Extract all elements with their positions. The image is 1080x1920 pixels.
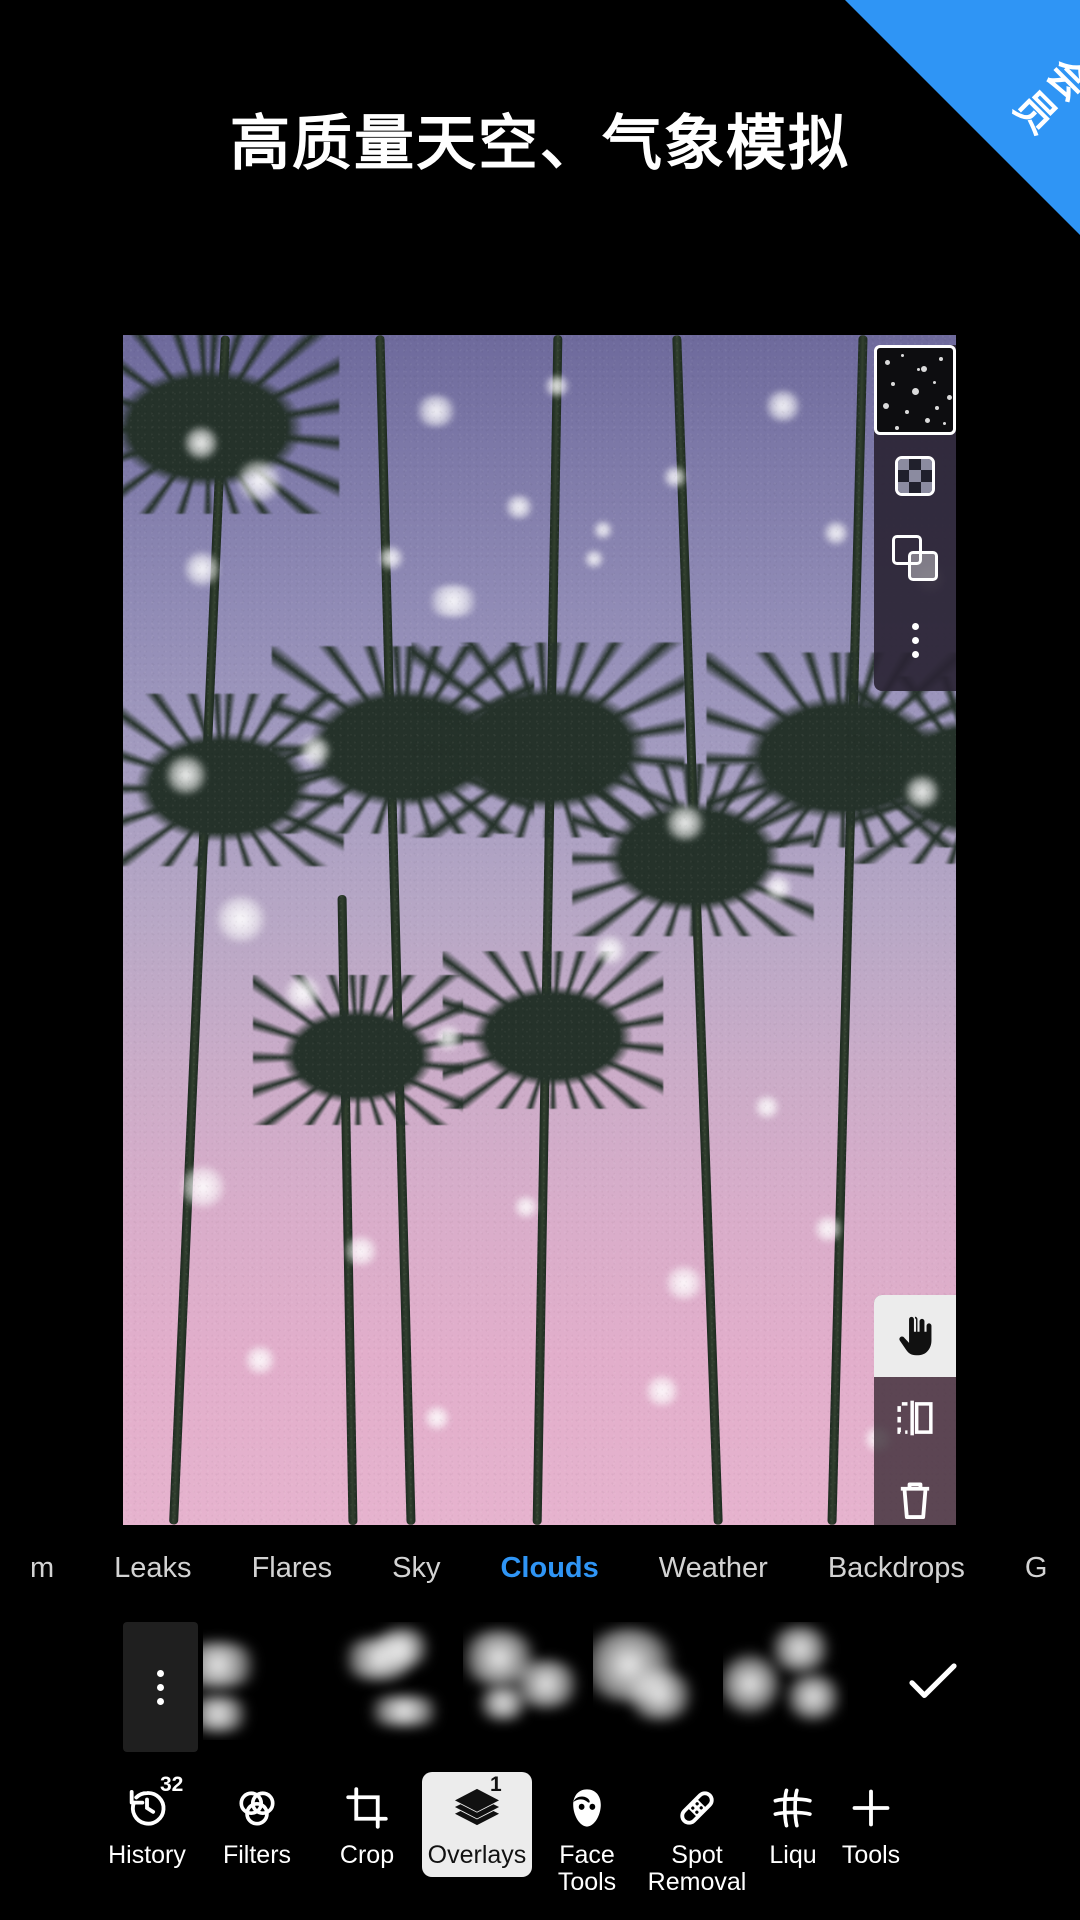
nav-history[interactable]: 32 History bbox=[92, 1772, 202, 1877]
flip-tool[interactable] bbox=[874, 1377, 956, 1459]
bandage-icon bbox=[671, 1782, 723, 1834]
history-badge: 32 bbox=[160, 1773, 184, 1796]
tab-leaks[interactable]: Leaks bbox=[84, 1552, 221, 1585]
hand-tool[interactable] bbox=[874, 1295, 956, 1377]
crop-icon bbox=[341, 1782, 393, 1834]
filters-circles-icon bbox=[231, 1782, 283, 1834]
opacity-checkerboard-button[interactable] bbox=[874, 435, 956, 517]
photo-canvas[interactable] bbox=[123, 335, 956, 1525]
confirm-button[interactable] bbox=[888, 1622, 978, 1740]
nav-history-label: History bbox=[108, 1841, 186, 1869]
plus-icon bbox=[845, 1782, 897, 1834]
tab-backdrops[interactable]: Backdrops bbox=[798, 1552, 995, 1585]
overlays-badge: 1 bbox=[490, 1773, 502, 1796]
checkmark-icon bbox=[909, 1663, 957, 1698]
tab-clouds[interactable]: Clouds bbox=[470, 1552, 628, 1585]
checkerboard-icon bbox=[895, 456, 935, 496]
nav-crop[interactable]: Crop bbox=[312, 1772, 422, 1877]
hand-icon bbox=[899, 1316, 932, 1356]
cloud-overlay-thumbnail-4[interactable] bbox=[593, 1622, 718, 1740]
transform-tool-panel bbox=[874, 1295, 956, 1525]
face-icon bbox=[561, 1782, 613, 1834]
cloud-overlay-thumbnail-3[interactable] bbox=[463, 1622, 588, 1740]
three-dots-vertical-icon bbox=[911, 622, 919, 658]
app-root: 会员 高质量天空、气象模拟 m Leaks Flares Sky Clouds … bbox=[0, 0, 1080, 1920]
nav-liquify-label: Liqu bbox=[769, 1842, 817, 1869]
nav-face-tools[interactable]: Face Tools bbox=[532, 1772, 642, 1904]
trash-icon bbox=[900, 1482, 930, 1520]
layer-panel bbox=[874, 345, 956, 691]
tab-weather[interactable]: Weather bbox=[629, 1552, 798, 1585]
film-grain bbox=[123, 335, 956, 1525]
strip-more-button[interactable] bbox=[123, 1622, 198, 1752]
nav-overlays-label: Overlays bbox=[427, 1841, 527, 1869]
cloud-overlay-thumbnail-5[interactable] bbox=[723, 1622, 848, 1740]
overlapping-squares-icon bbox=[892, 535, 938, 581]
overlay-thumbnail-strip[interactable] bbox=[0, 1622, 1080, 1752]
delete-tool[interactable] bbox=[874, 1459, 956, 1525]
three-dots-vertical-icon bbox=[157, 1669, 164, 1705]
blend-mode-button[interactable] bbox=[874, 517, 956, 599]
nav-crop-label: Crop bbox=[339, 1841, 395, 1869]
page-title: 高质量天空、气象模拟 bbox=[230, 110, 850, 177]
nav-face-tools-label: Face Tools bbox=[557, 1841, 617, 1896]
layer-more-button[interactable] bbox=[874, 599, 956, 681]
nav-filters[interactable]: Filters bbox=[202, 1772, 312, 1877]
nav-overlays[interactable]: 1 Overlays bbox=[422, 1772, 532, 1877]
tab-sky[interactable]: Sky bbox=[362, 1552, 470, 1585]
tab-g[interactable]: G bbox=[995, 1552, 1078, 1585]
bottom-toolbar[interactable]: 32 History Filters Crop 1 Overlays Face … bbox=[0, 1760, 1080, 1920]
mirror-flip-icon bbox=[897, 1400, 933, 1436]
liquify-grid-icon bbox=[767, 1782, 819, 1834]
tab-m[interactable]: m bbox=[0, 1552, 84, 1585]
nav-filters-label: Filters bbox=[222, 1841, 292, 1869]
cloud-overlay-thumbnail-1[interactable] bbox=[203, 1622, 328, 1740]
layer-thumbnail[interactable] bbox=[874, 345, 956, 435]
nav-tools[interactable]: Tools bbox=[816, 1772, 926, 1877]
nav-tools-label: Tools bbox=[841, 1841, 901, 1869]
nav-spot-removal[interactable]: Spot Removal bbox=[642, 1772, 752, 1904]
nav-spot-removal-label: Spot Removal bbox=[647, 1841, 747, 1896]
cloud-overlay-thumbnail-2[interactable] bbox=[333, 1622, 458, 1740]
overlay-category-tabs[interactable]: m Leaks Flares Sky Clouds Weather Backdr… bbox=[0, 1540, 1080, 1596]
tab-flares[interactable]: Flares bbox=[222, 1552, 363, 1585]
